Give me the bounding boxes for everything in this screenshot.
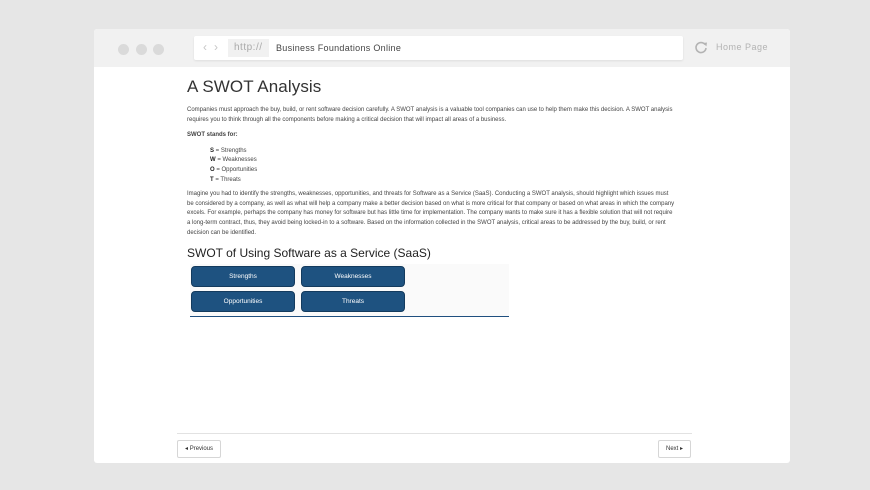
section-title: SWOT of Using Software as a Service (Saa… — [187, 246, 431, 261]
page-content: A SWOT Analysis Companies must approach … — [187, 77, 675, 318]
address-bar[interactable]: ‹ › http:// Business Foundations Online — [194, 36, 683, 60]
threats-button[interactable]: Threats — [301, 291, 405, 313]
intro-paragraph: Companies must approach the buy, build, … — [187, 107, 673, 123]
strengths-button[interactable]: Strengths — [191, 266, 295, 288]
site-title: Business Foundations Online — [276, 43, 402, 53]
footer-divider — [177, 433, 692, 434]
window-minimize-dot[interactable] — [136, 44, 147, 55]
list-item: T = Threats — [210, 176, 241, 183]
swot-list: S = Strengths W = Weaknesses O = Opportu… — [210, 147, 675, 185]
stands-for-label: SWOT stands for: — [187, 132, 238, 139]
next-button[interactable]: Next ▸ — [658, 440, 692, 458]
swot-button-grid: Strengths Weaknesses Opportunities Threa… — [190, 264, 509, 318]
page-title: A SWOT Analysis — [187, 77, 322, 96]
opportunities-button[interactable]: Opportunities — [191, 291, 295, 313]
list-item: S = Strengths — [210, 147, 247, 154]
window-maximize-dot[interactable] — [153, 44, 164, 55]
saas-paragraph: Imagine you had to identify the strength… — [187, 191, 675, 236]
list-item: O = Opportunities — [210, 166, 258, 173]
forward-arrow-icon[interactable]: › — [214, 40, 218, 54]
browser-titlebar: ‹ › http:// Business Foundations Online … — [94, 29, 790, 67]
caret-left-icon: ◂ — [185, 446, 189, 452]
home-page-link[interactable]: Home Page — [716, 42, 768, 52]
weaknesses-button[interactable]: Weaknesses — [301, 266, 405, 288]
caret-right-icon: ▸ — [680, 446, 684, 452]
back-arrow-icon[interactable]: ‹ — [203, 40, 207, 54]
window-close-dot[interactable] — [118, 44, 129, 55]
previous-button[interactable]: ◂ Previous — [177, 440, 222, 458]
list-item: W = Weaknesses — [210, 157, 257, 164]
browser-window: ‹ › http:// Business Foundations Online … — [94, 29, 790, 463]
url-protocol: http:// — [228, 39, 269, 57]
reload-icon[interactable] — [694, 40, 708, 54]
